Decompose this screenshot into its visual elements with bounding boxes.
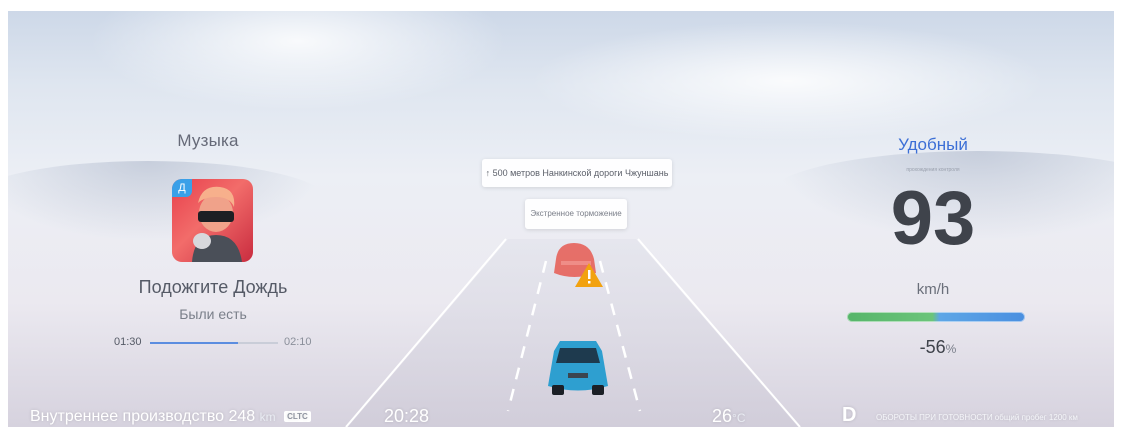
artist-name: Были есть — [179, 306, 247, 322]
elapsed-time: 01:30 — [114, 336, 142, 348]
power-percentage: -56% — [888, 337, 988, 358]
gear-indicator: D — [842, 404, 857, 426]
percent-sign: % — [945, 342, 957, 356]
speed-value: 93 — [890, 176, 976, 261]
music-section-title: Музыка — [177, 131, 239, 150]
trip-info: ОБОРОТЫ ПРИ ГОТОВНОСТИ общий пробег 1200… — [876, 413, 1078, 422]
range-value: 248 — [228, 408, 256, 425]
dashboard-screen: ↑ 500 метров Нанкинской дороги Чжуншань … — [8, 11, 1114, 427]
range-indicator: Внутреннее производство 248 km CLTC — [30, 408, 311, 426]
power-percentage-value: -56 — [919, 337, 946, 357]
temperature-unit: °C — [732, 411, 746, 425]
playback-progress[interactable] — [150, 342, 278, 344]
drive-mode[interactable]: Удобный — [868, 135, 998, 155]
power-usage-bar — [847, 312, 1025, 322]
duration-time: 02:10 — [284, 336, 312, 348]
temperature-value: 26 — [712, 406, 733, 426]
drive-mode-subtitle: прохождения контроля — [906, 167, 960, 173]
range-label: Внутреннее производство — [30, 408, 225, 425]
song-title: Подожгите Дождь — [138, 277, 288, 297]
ego-vehicle — [548, 341, 608, 395]
navigation-instruction: ↑ 500 метров Нанкинской дороги Чжуншань — [482, 159, 672, 187]
emergency-brake-alert: Экстренное торможение — [525, 199, 627, 229]
outside-temperature: 26°C — [712, 406, 746, 427]
album-cover[interactable]: Д — [172, 179, 253, 262]
speed-unit: km/h — [916, 281, 950, 298]
playback-progress-fill — [150, 342, 239, 344]
range-standard-badge: CLTC — [284, 411, 311, 422]
album-badge: Д — [172, 179, 192, 197]
clock: 20:28 — [384, 406, 430, 426]
range-unit: km — [259, 410, 276, 424]
